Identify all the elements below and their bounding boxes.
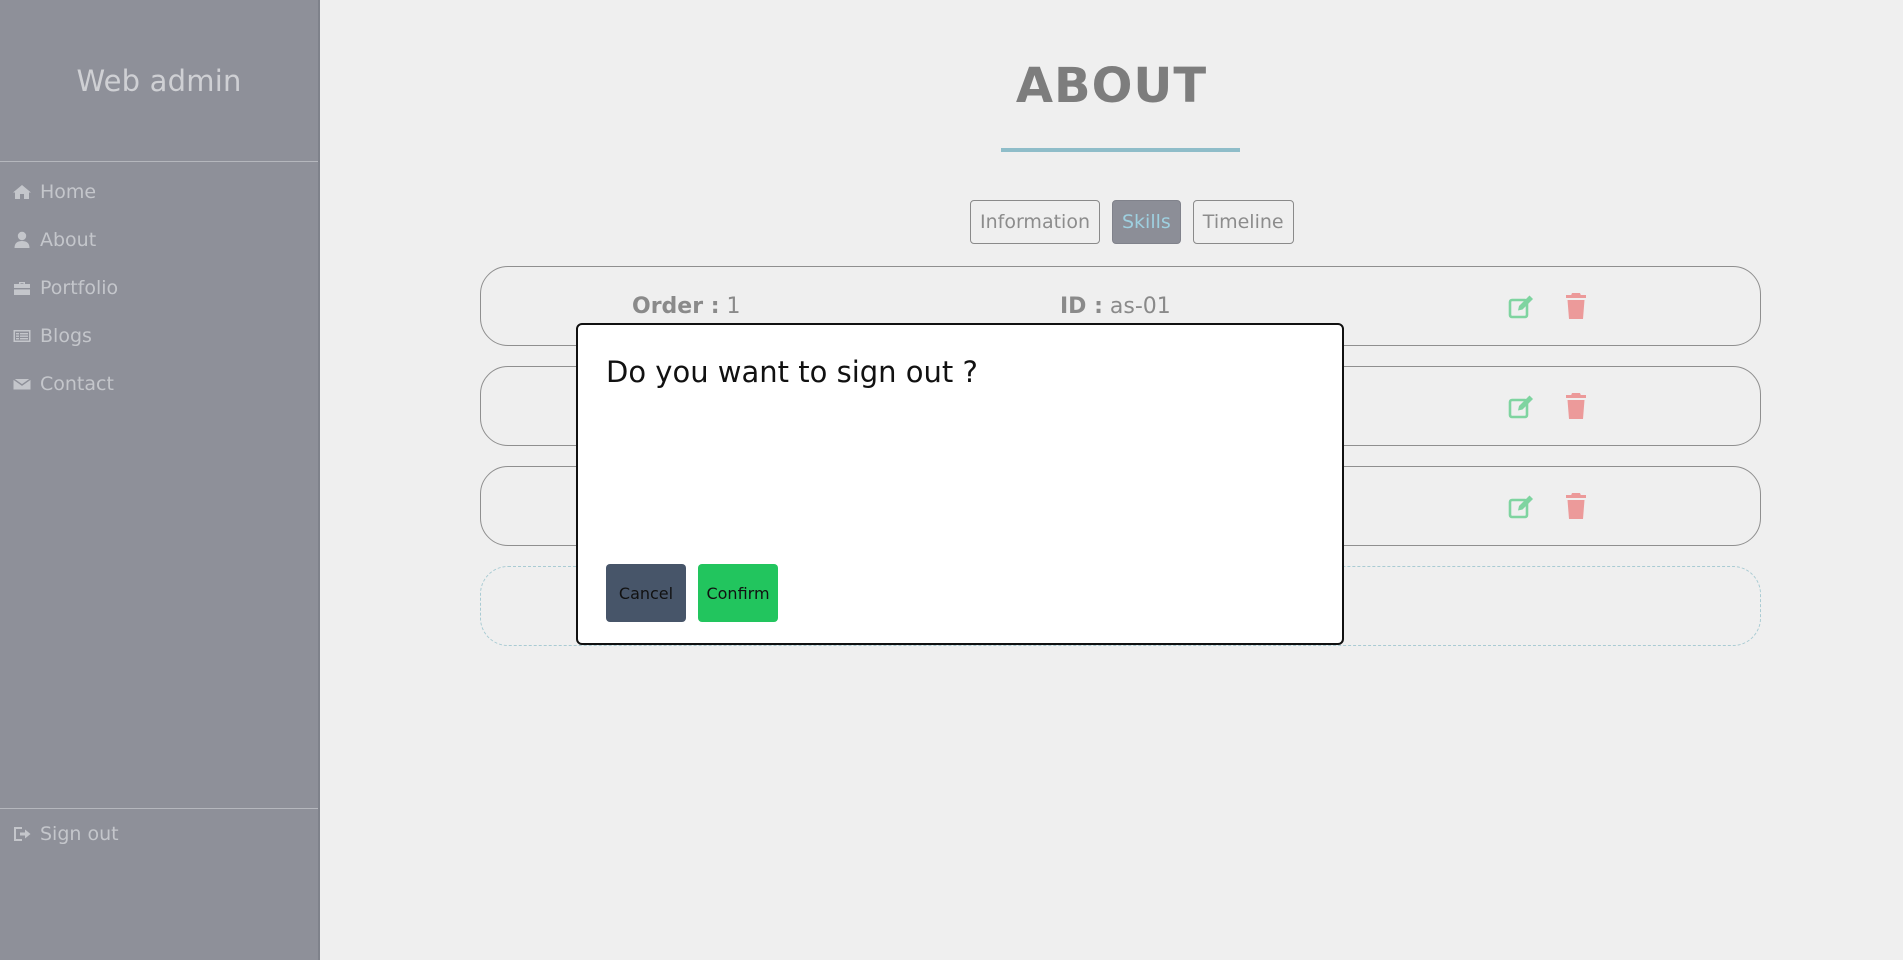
id-value: as-01 — [1109, 294, 1171, 319]
trash-icon[interactable] — [1565, 492, 1587, 520]
page-title: ABOUT — [1015, 58, 1208, 114]
sign-out-dialog: Do you want to sign out ? Cancel Confirm — [576, 323, 1344, 645]
sidebar-item-label: About — [40, 229, 97, 251]
sidebar-item-label: Blogs — [40, 325, 92, 347]
order-field: Order : 1 — [632, 294, 741, 319]
envelope-icon — [12, 374, 32, 394]
sign-out-icon — [12, 824, 32, 844]
sidebar-item-label: Contact — [40, 373, 114, 395]
sidebar-item-blogs[interactable]: Blogs — [0, 312, 318, 360]
user-icon — [12, 230, 32, 250]
sidebar-item-label: Portfolio — [40, 277, 119, 299]
trash-icon[interactable] — [1565, 392, 1587, 420]
sidebar-item-label: Home — [40, 181, 97, 203]
tab-bar: Information Skills Timeline — [970, 200, 1294, 244]
sidebar-item-portfolio[interactable]: Portfolio — [0, 264, 318, 312]
cancel-button[interactable]: Cancel — [606, 564, 686, 622]
tab-information[interactable]: Information — [970, 200, 1100, 244]
sidebar-item-home[interactable]: Home — [0, 168, 318, 216]
briefcase-icon — [12, 278, 32, 298]
trash-icon[interactable] — [1565, 292, 1587, 320]
tab-skills[interactable]: Skills — [1111, 200, 1181, 244]
dialog-message: Do you want to sign out ? — [606, 355, 978, 389]
order-value: 1 — [726, 294, 741, 319]
brand-title: Web admin — [76, 64, 242, 98]
sign-out-section: Sign out — [0, 810, 318, 858]
tab-timeline[interactable]: Timeline — [1192, 200, 1294, 244]
sign-out-label: Sign out — [40, 823, 119, 845]
home-icon — [12, 182, 32, 202]
order-label: Order : — [632, 294, 720, 319]
edit-icon[interactable] — [1507, 393, 1535, 421]
sign-out-link[interactable]: Sign out — [0, 810, 318, 858]
sidebar: Web admin Home About Portfolio Blogs Con… — [0, 0, 320, 960]
list-icon — [12, 326, 32, 346]
confirm-button[interactable]: Confirm — [698, 564, 778, 622]
sidebar-nav: Home About Portfolio Blogs Contact — [0, 168, 318, 408]
sidebar-divider — [0, 808, 318, 809]
id-field: ID : as-01 — [1060, 294, 1171, 319]
sidebar-item-contact[interactable]: Contact — [0, 360, 318, 408]
edit-icon[interactable] — [1507, 293, 1535, 321]
sidebar-divider — [0, 161, 318, 162]
title-underline — [1001, 148, 1240, 152]
sidebar-item-about[interactable]: About — [0, 216, 318, 264]
id-label: ID : — [1060, 294, 1103, 319]
edit-icon[interactable] — [1507, 493, 1535, 521]
